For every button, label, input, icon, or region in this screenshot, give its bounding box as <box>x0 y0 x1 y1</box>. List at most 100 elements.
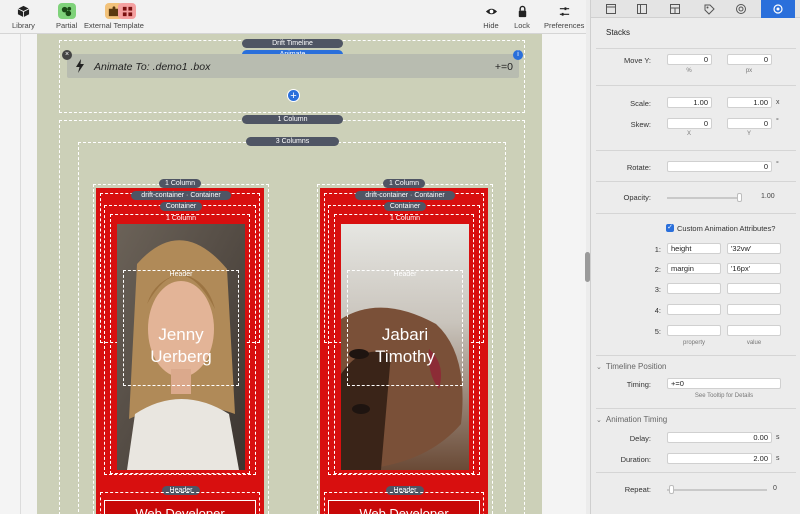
skew-unit: ° <box>776 118 779 125</box>
skew-x-field[interactable]: 0 <box>667 118 712 129</box>
three-columns-label[interactable]: 3 Columns <box>246 137 339 146</box>
delay-label: Delay: <box>629 434 651 443</box>
animate-to-row[interactable]: Animate To: .demo1 .box +=0 <box>67 54 519 78</box>
delay-unit: s <box>776 434 780 441</box>
chevron-down-icon: ⌄ <box>596 417 602 424</box>
attr-property-field[interactable] <box>667 283 721 294</box>
app-window: Library Partial External Template Hide L… <box>0 0 800 514</box>
repeat-slider-knob[interactable] <box>669 485 674 494</box>
card-column-label[interactable]: 1 Column <box>383 179 425 188</box>
attr-row-num: 4: <box>654 306 661 315</box>
grid-icon <box>118 3 136 19</box>
tab-page-icon[interactable] <box>636 3 648 15</box>
animate-to-target: .demo1 .box <box>149 61 211 73</box>
lock-button[interactable]: Lock <box>513 3 531 30</box>
repeat-value: 0 <box>773 485 777 492</box>
repeat-slider-track[interactable] <box>667 489 767 491</box>
divider <box>596 213 796 214</box>
name-last: Timothy <box>375 347 435 366</box>
attr-property-field[interactable] <box>667 325 721 336</box>
drift-container-text: drift-container <box>365 192 409 199</box>
container-text: Container <box>190 192 221 199</box>
header-label: Header <box>169 271 193 278</box>
partial-label: Partial <box>56 21 78 30</box>
drift-container-text: drift-container <box>141 192 185 199</box>
rotate-field[interactable]: 0 <box>667 161 772 172</box>
add-icon[interactable]: + <box>287 89 300 102</box>
header-outline[interactable]: Header Jenny Uerberg <box>123 270 239 386</box>
inner-column-label[interactable]: 1 Column <box>160 214 202 223</box>
drift-container-label[interactable]: drift-container · Container <box>355 191 455 200</box>
delay-field[interactable]: 0.00 <box>667 432 772 443</box>
scale-y-field[interactable]: 1.00 <box>727 97 772 108</box>
external-template-label: External Template <box>84 21 144 30</box>
preferences-label: Preferences <box>544 21 585 30</box>
rotate-label: Rotate: <box>626 163 651 172</box>
repeat-label: Repeat: <box>624 485 651 494</box>
attr-property-field[interactable]: height <box>667 243 721 254</box>
inner-column-label[interactable]: 1 Column <box>384 214 426 223</box>
design-canvas[interactable]: Drift Timeline Animate Animate To: .demo… <box>0 34 586 514</box>
lock-label: Lock <box>514 21 530 30</box>
tab-target-icon[interactable] <box>735 3 747 15</box>
attr-value-field[interactable]: '16px' <box>727 263 781 274</box>
move-y-percent-field[interactable]: 0 <box>667 54 712 65</box>
attr-row-num: 1: <box>654 245 661 254</box>
inspector-tabs <box>591 0 800 18</box>
drift-container-label[interactable]: drift-container · Container <box>131 191 231 200</box>
opacity-slider-track[interactable] <box>667 197 742 199</box>
library-button[interactable]: Library <box>12 3 35 30</box>
tab-gear-icon <box>772 3 784 15</box>
close-icon[interactable]: × <box>62 50 72 60</box>
hide-label: Hide <box>483 21 499 30</box>
scale-x-field[interactable]: 1.00 <box>667 97 712 108</box>
hide-button[interactable]: Hide <box>482 3 500 30</box>
skew-y-field[interactable]: 0 <box>727 118 772 129</box>
partial-icon <box>57 3 76 19</box>
attr-property-field[interactable] <box>667 304 721 315</box>
scale-unit: x <box>776 99 780 106</box>
partial-button[interactable]: Partial <box>56 3 77 30</box>
attr-value-field[interactable]: '32vw' <box>727 243 781 254</box>
attr-value-field[interactable] <box>727 283 781 294</box>
custom-attr-checkbox[interactable]: ✓ <box>666 224 674 232</box>
external-template-icon-slot[interactable] <box>118 3 136 21</box>
role-label: Web Developer <box>104 500 256 514</box>
tab-stacks-active[interactable] <box>761 0 795 18</box>
scale-label: Scale: <box>630 99 651 108</box>
divider <box>596 85 796 86</box>
timing-field[interactable]: +=0 <box>667 378 781 389</box>
divider <box>596 472 796 473</box>
divider <box>596 150 796 151</box>
animate-to-prefix: Animate To: <box>94 61 150 73</box>
move-y-px-field[interactable]: 0 <box>727 54 772 65</box>
attr-property-field[interactable]: margin <box>667 263 721 274</box>
info-icon[interactable]: i <box>513 50 523 60</box>
move-y-px-unit: px <box>745 68 753 74</box>
tab-document-icon[interactable] <box>605 3 617 15</box>
attr-value-field[interactable] <box>727 325 781 336</box>
divider <box>596 181 796 182</box>
drift-timeline-label[interactable]: Drift Timeline <box>242 39 343 48</box>
name-first: Jenny <box>158 325 204 344</box>
inspector-panel: Stacks Move Y: 0 0 % px Scale: 1.00 1.00… <box>590 0 800 514</box>
container-label[interactable]: Container <box>384 202 426 211</box>
timeline-position-header[interactable]: ⌄ Timeline Position <box>596 362 667 371</box>
left-ruler-line <box>20 34 21 514</box>
name-first: Jabari <box>381 325 429 344</box>
duration-label: Duration: <box>620 455 651 464</box>
attr-value-field[interactable] <box>727 304 781 315</box>
animation-timing-header[interactable]: ⌄ Animation Timing <box>596 415 667 424</box>
header-outline[interactable]: Header Jabari Timothy <box>347 270 463 386</box>
one-column-label[interactable]: 1 Column <box>242 115 343 124</box>
duration-unit: s <box>776 455 780 462</box>
attr-row-num: 3: <box>654 285 661 294</box>
tab-tag-icon[interactable] <box>703 3 715 15</box>
card-column-label[interactable]: 1 Column <box>159 179 201 188</box>
duration-field[interactable]: 2.00 <box>667 453 772 464</box>
opacity-slider-knob[interactable] <box>737 193 742 202</box>
preferences-button[interactable]: Preferences <box>544 3 584 30</box>
container-label[interactable]: Container <box>160 202 202 211</box>
tab-layout-icon[interactable] <box>669 3 681 15</box>
divider <box>596 408 796 409</box>
